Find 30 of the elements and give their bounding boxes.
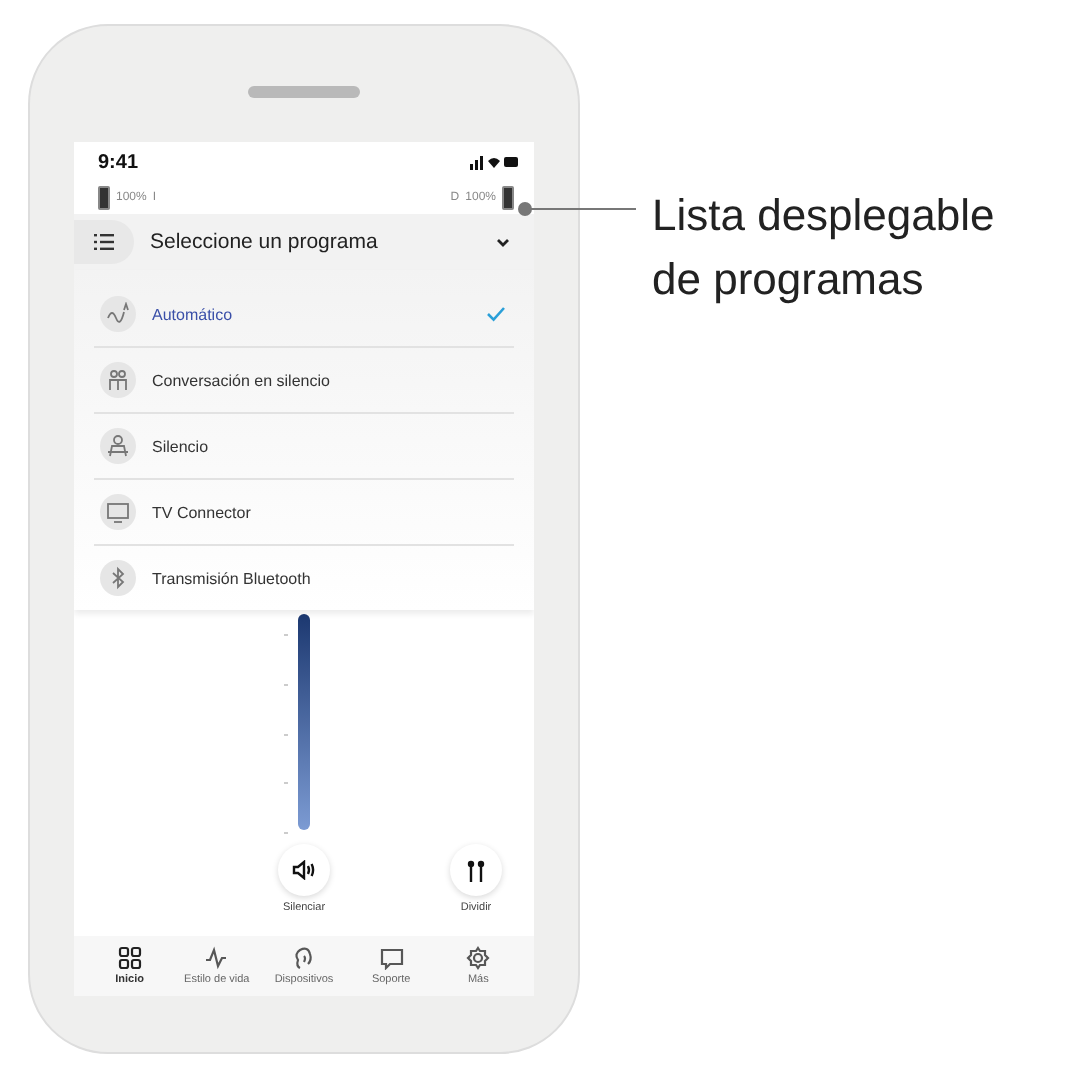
split-button[interactable]	[450, 844, 502, 896]
program-item[interactable]: TV Connector	[94, 480, 514, 546]
callout-text: Lista desplegable de programas	[652, 188, 997, 308]
person-icon	[100, 428, 136, 464]
program-dropdown[interactable]: Seleccione un programa	[74, 214, 534, 270]
chevron-icon	[496, 237, 510, 247]
program-item[interactable]: Silencio	[94, 414, 514, 480]
split-icon	[466, 859, 486, 881]
people-icon	[100, 362, 136, 398]
list-icon	[74, 220, 134, 264]
volume-bar[interactable]	[298, 614, 310, 830]
bluetooth-icon	[100, 560, 136, 596]
ear-icon	[291, 946, 316, 970]
signal-wifi-battery-icon	[470, 154, 518, 170]
check-icon	[486, 306, 506, 322]
battery-icon	[98, 186, 110, 210]
grid-icon	[117, 946, 142, 970]
speaker-slot	[248, 86, 360, 98]
tv-icon	[100, 494, 136, 530]
gear-icon	[466, 946, 491, 970]
speaker-icon	[292, 860, 316, 880]
program-item[interactable]: Conversación en silencio	[94, 348, 514, 414]
battery-icon	[502, 186, 514, 210]
waveform-icon	[100, 296, 136, 332]
speaker-button[interactable]	[278, 844, 330, 896]
status-time: 9:41	[98, 151, 139, 173]
program-item[interactable]: Automático	[94, 282, 514, 348]
pulse-icon	[204, 946, 229, 970]
chat-icon	[379, 946, 404, 970]
program-item[interactable]: Transmisión Bluetooth	[94, 546, 514, 610]
